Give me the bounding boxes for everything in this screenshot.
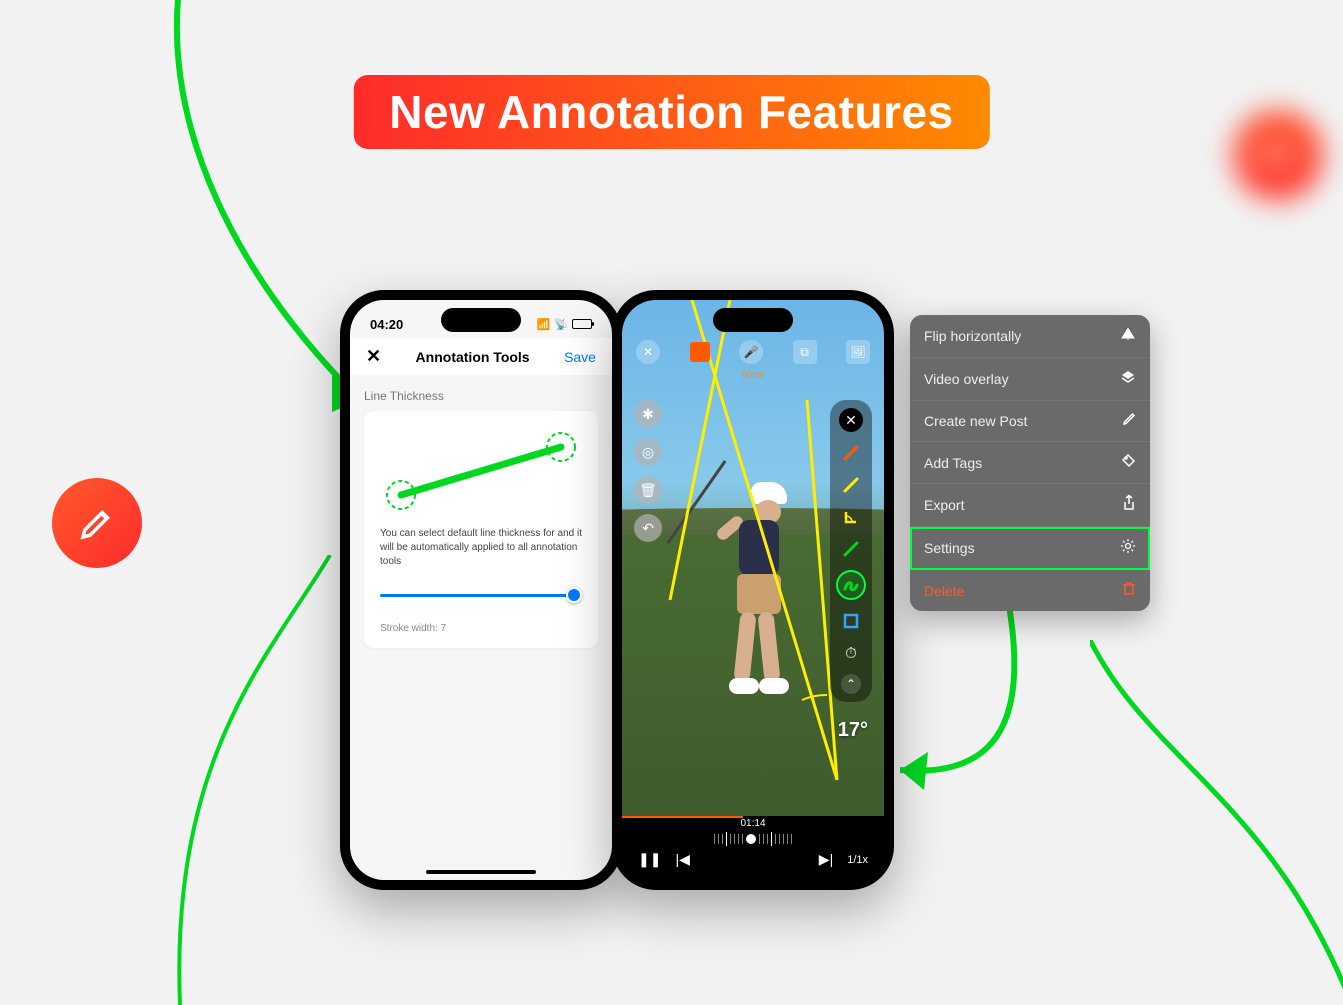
popup-item-export[interactable]: Export bbox=[910, 484, 1150, 527]
rectangle-tool[interactable] bbox=[840, 610, 862, 632]
top-controls: ✕ 🎤 ⧉ 🖼 bbox=[622, 340, 884, 364]
popup-label: Delete bbox=[924, 583, 964, 599]
playback-speed[interactable]: 1/1x bbox=[847, 854, 868, 866]
title-banner: New Annotation Features bbox=[353, 75, 989, 149]
expand-toolbar-button[interactable]: ⌃ bbox=[841, 674, 861, 694]
angle-tool[interactable] bbox=[840, 506, 862, 528]
record-timestamp: 00:09 bbox=[622, 370, 884, 380]
popup-label: Add Tags bbox=[924, 455, 982, 471]
notch bbox=[441, 308, 521, 332]
line-thickness-section: Line Thickness You can select default li… bbox=[350, 375, 612, 662]
settings-popup: Flip horizontally Video overlay Create n… bbox=[910, 315, 1150, 611]
timer-tool[interactable]: ⏱ bbox=[840, 642, 862, 664]
pencil-badge-right-blurred bbox=[1214, 91, 1341, 218]
share-icon bbox=[1122, 495, 1136, 515]
close-toolbar-button[interactable]: ✕ bbox=[839, 408, 863, 432]
left-toolbar: ✱ ◎ 🗑 ↶ bbox=[634, 400, 662, 542]
arrow-top-left bbox=[100, 0, 380, 450]
prev-frame-button[interactable]: |◀ bbox=[675, 851, 689, 868]
close-editor-button[interactable]: ✕ bbox=[636, 340, 660, 364]
line-preview bbox=[380, 425, 582, 515]
angle-readout: 17° bbox=[838, 719, 868, 742]
title-text: New Annotation Features bbox=[389, 86, 953, 138]
pose-button[interactable]: ✱ bbox=[634, 400, 662, 428]
compare-button[interactable]: ⧉ bbox=[793, 340, 817, 364]
undo-button[interactable]: ↶ bbox=[634, 514, 662, 542]
stroke-width-label: Stroke width: 7 bbox=[380, 623, 582, 634]
status-time: 04:20 bbox=[370, 317, 403, 332]
popup-label: Export bbox=[924, 497, 964, 513]
sheet-header: ✕ Annotation Tools Save bbox=[350, 338, 612, 375]
thickness-description: You can select default line thickness fo… bbox=[380, 527, 582, 569]
mic-button[interactable]: 🎤 bbox=[739, 340, 763, 364]
progress-line bbox=[622, 816, 743, 818]
notch bbox=[713, 308, 793, 332]
save-button[interactable]: Save bbox=[564, 349, 596, 365]
curve-bottom-right bbox=[1090, 640, 1343, 1000]
popup-item-settings[interactable]: Settings bbox=[910, 527, 1150, 570]
arrow-tool[interactable] bbox=[840, 442, 862, 464]
popup-item-delete[interactable]: Delete bbox=[910, 570, 1150, 611]
pause-button[interactable]: ❚❚ bbox=[638, 851, 661, 868]
signal-icon: 📶 bbox=[537, 318, 551, 331]
gear-icon bbox=[1120, 538, 1136, 558]
pencil-icon bbox=[1248, 125, 1307, 184]
popup-item-overlay[interactable]: Video overlay bbox=[910, 358, 1150, 401]
next-frame-button[interactable]: ▶| bbox=[819, 851, 833, 868]
delete-anno-button[interactable]: 🗑 bbox=[634, 476, 662, 504]
layers-icon bbox=[1120, 369, 1136, 389]
phone-annotation-tools: 04:20 📶 📡 ✕ Annotation Tools Save Line T… bbox=[340, 290, 622, 890]
trash-icon bbox=[1122, 581, 1136, 600]
pencil-icon bbox=[76, 502, 118, 544]
scrubber[interactable] bbox=[622, 831, 884, 847]
line-tool[interactable] bbox=[840, 474, 862, 496]
status-icons: 📶 📡 bbox=[537, 318, 592, 331]
tracking-button[interactable]: ◎ bbox=[634, 438, 662, 466]
thickness-card: You can select default line thickness fo… bbox=[364, 411, 598, 648]
section-label: Line Thickness bbox=[364, 389, 598, 403]
right-toolbar: ✕ ⏱ ⌃ bbox=[830, 400, 872, 702]
player-controls: ❚❚ |◀ ▶| 1/1x bbox=[622, 847, 884, 868]
player-bar: 01:14 ❚❚ |◀ ▶| 1/1x bbox=[622, 816, 884, 880]
sheet-title: Annotation Tools bbox=[416, 349, 530, 365]
curve-bottom-left bbox=[130, 555, 350, 1005]
media-button[interactable]: 🖼 bbox=[846, 340, 870, 364]
home-indicator bbox=[426, 870, 536, 874]
thickness-slider[interactable] bbox=[380, 585, 582, 605]
record-button[interactable] bbox=[690, 342, 710, 362]
popup-label: Flip horizontally bbox=[924, 328, 1021, 344]
popup-item-flip[interactable]: Flip horizontally bbox=[910, 315, 1150, 358]
flip-icon bbox=[1120, 326, 1136, 346]
battery-icon bbox=[572, 319, 592, 329]
phone-video-annotator: 9:41 📶 📡 70 bbox=[612, 290, 894, 890]
playhead[interactable] bbox=[746, 834, 756, 844]
slider-thumb[interactable] bbox=[566, 587, 582, 603]
wifi-icon: 📡 bbox=[554, 318, 568, 331]
popup-item-create-post[interactable]: Create new Post bbox=[910, 401, 1150, 442]
close-button[interactable]: ✕ bbox=[366, 346, 381, 367]
popup-label: Create new Post bbox=[924, 413, 1028, 429]
pencil-badge-left bbox=[52, 478, 142, 568]
popup-label: Settings bbox=[924, 540, 975, 556]
popup-label: Video overlay bbox=[924, 371, 1009, 387]
draw-tool[interactable] bbox=[840, 538, 862, 560]
pencil-icon bbox=[1122, 412, 1136, 430]
tag-icon bbox=[1121, 453, 1136, 472]
freehand-tool-active[interactable] bbox=[836, 570, 866, 600]
popup-item-add-tags[interactable]: Add Tags bbox=[910, 442, 1150, 484]
